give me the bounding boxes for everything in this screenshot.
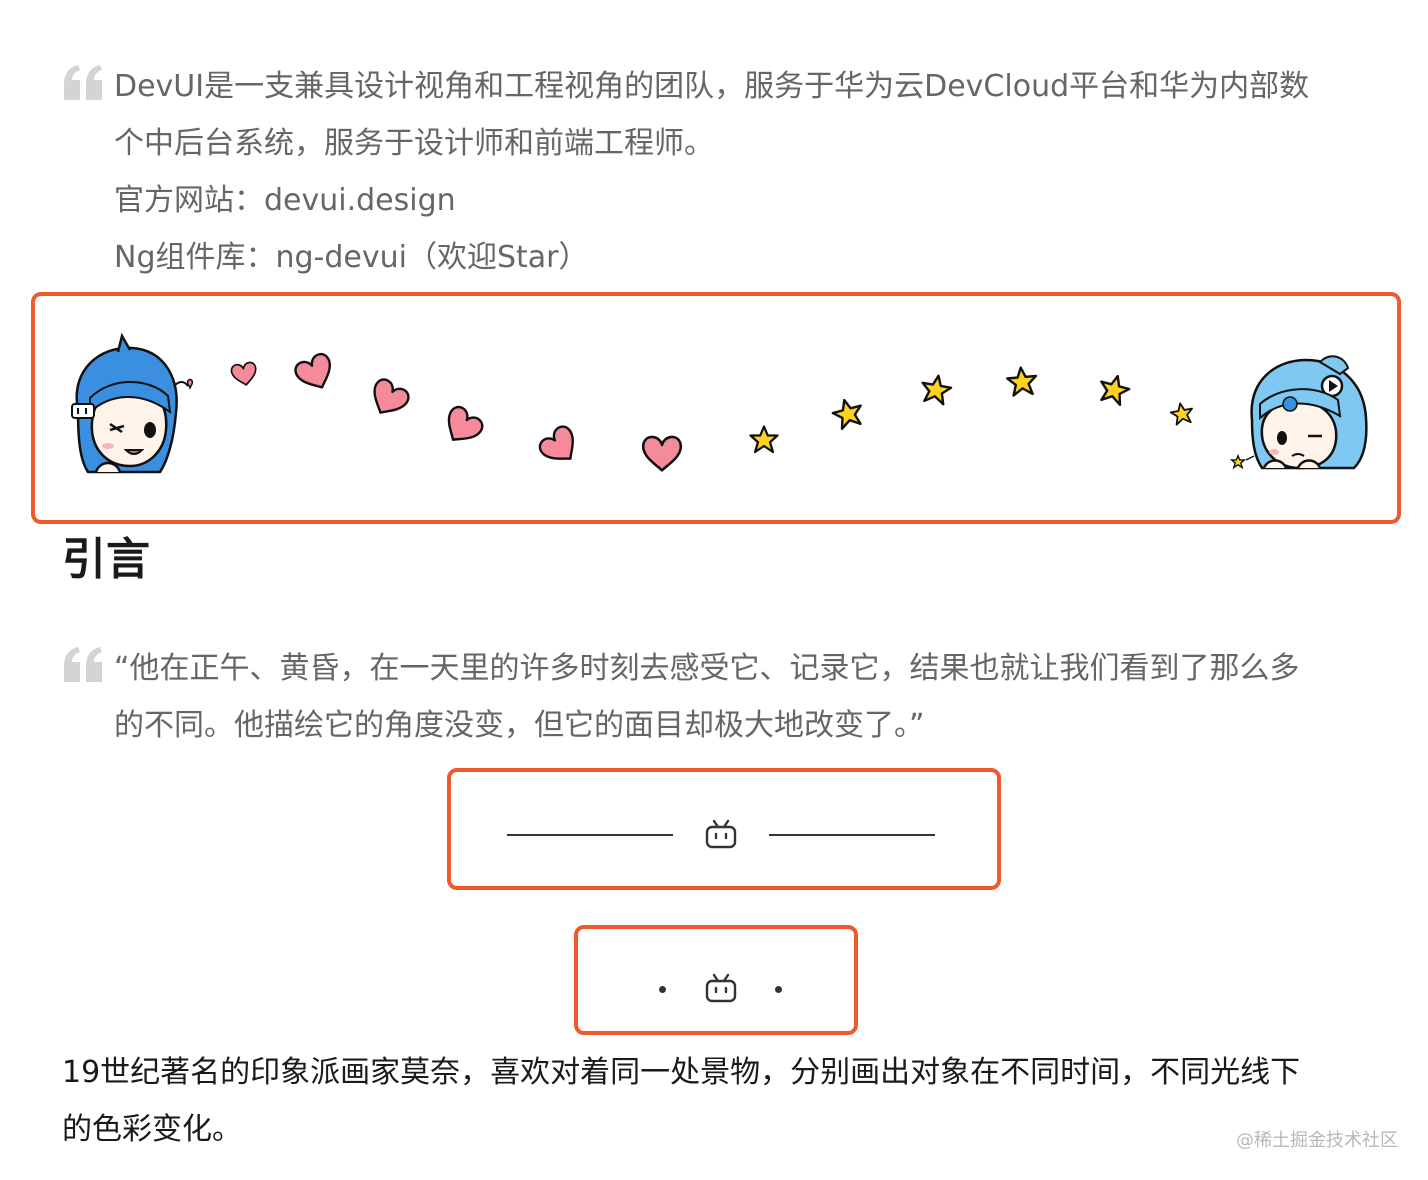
quote-mark-icon (64, 65, 102, 100)
body-paragraph-line: 的色彩变化。 (62, 1112, 242, 1147)
section-title: 引言 (62, 534, 150, 585)
bilibili-tv-icon (705, 819, 737, 849)
divider-line-left (507, 834, 673, 836)
body-paragraph-line: 19世纪著名的印象派画家莫奈，喜欢对着同一处景物，分别画出对象在不同时间，不同光… (62, 1055, 1301, 1090)
monet-quote-line: 的不同。他描绘它的角度没变，但它的面目却极大地改变了。” (114, 708, 925, 743)
stars-trail (749, 366, 1193, 454)
right-character-illustration (1229, 355, 1368, 470)
official-site-line: 官方网站：devui.design (114, 183, 456, 218)
intro-quote-line: 个中后台系统，服务于设计师和前端工程师。 (114, 126, 714, 161)
quote-mark-icon (64, 647, 102, 682)
divider-line-right (769, 834, 935, 836)
divider-banner-image (71, 332, 1368, 474)
divider-dot-left (659, 986, 666, 993)
bilibili-tv-icon (705, 973, 737, 1003)
divider-dot-right (775, 986, 782, 993)
hearts-trail (230, 352, 682, 472)
ng-library-line: Ng组件库：ng-devui（欢迎Star） (114, 240, 589, 275)
intro-quote-line: DevUI是一支兼具设计视角和工程视角的团队，服务于华为云DevCloud平台和… (114, 69, 1310, 104)
left-character-illustration (71, 332, 194, 474)
watermark: @稀土掘金技术社区 (1236, 1130, 1398, 1151)
monet-quote-line: “他在正午、黄昏，在一天里的许多时刻去感受它、记录它，结果也就让我们看到了那么多 (114, 651, 1300, 686)
